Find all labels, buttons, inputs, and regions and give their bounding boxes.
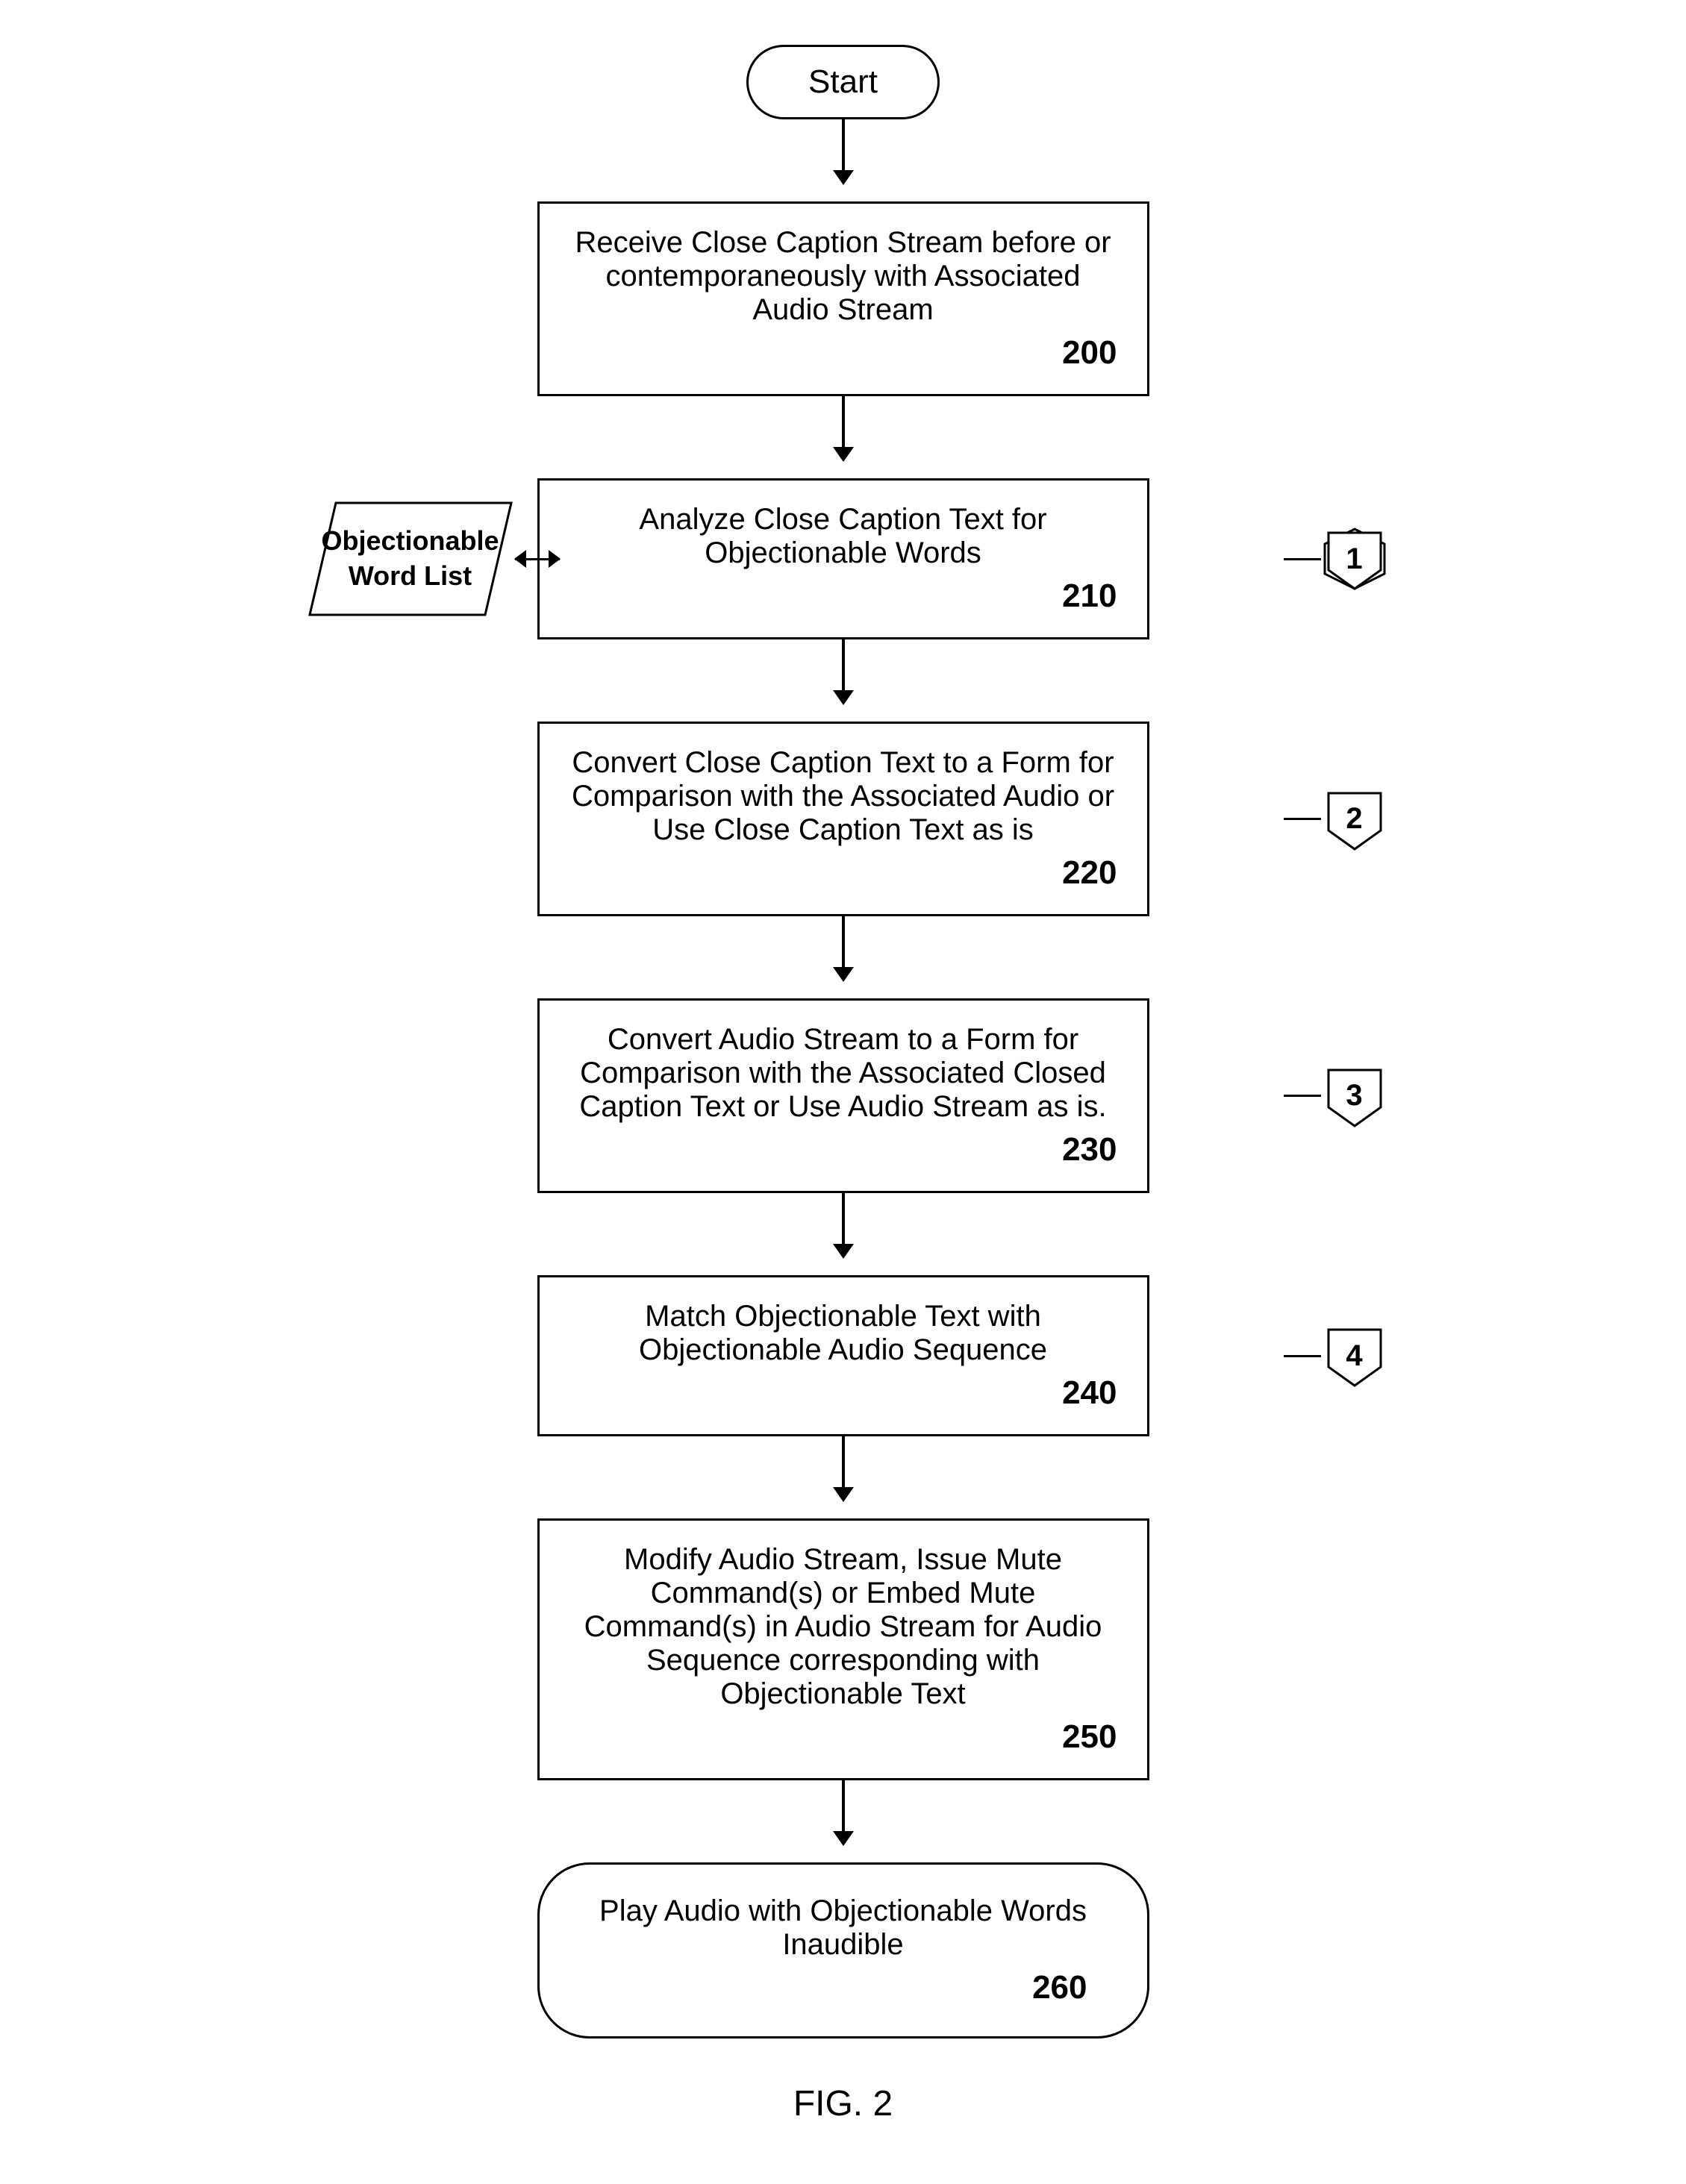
end-text: Play Audio with Objectionable Words Inau…: [599, 1894, 1087, 1961]
step-250: Modify Audio Stream, Issue Mute Command(…: [537, 1518, 1149, 1780]
step-240-row: Match Objectionable Text with Objectiona…: [321, 1275, 1366, 1436]
badge-210-line: [1284, 558, 1321, 560]
step-240-text: Match Objectionable Text with Objectiona…: [639, 1300, 1047, 1366]
step-220-text: Convert Close Caption Text to a Form for…: [572, 746, 1114, 846]
badge-230-area: 3: [1284, 1063, 1388, 1130]
objectionable-word-list-label: ObjectionableWord List: [321, 524, 499, 594]
figure-label: FIG. 2: [793, 2083, 893, 2124]
badge-3: 3: [1321, 1063, 1388, 1130]
badge-210-area: 1: [1284, 525, 1388, 592]
step-200: Receive Close Caption Stream before or c…: [537, 201, 1149, 396]
step-260-row: Play Audio with Objectionable Words Inau…: [321, 1862, 1366, 2038]
step-250-text: Modify Audio Stream, Issue Mute Command(…: [584, 1543, 1102, 1710]
step-230-text: Convert Audio Stream to a Form for Compa…: [579, 1023, 1106, 1123]
step-250-num: 250: [569, 1718, 1117, 1756]
end-node: Play Audio with Objectionable Words Inau…: [537, 1862, 1149, 2038]
badge-2: 2: [1321, 786, 1388, 853]
step-210: Analyze Close Caption Text for Objection…: [537, 478, 1149, 639]
step-220-row: Convert Close Caption Text to a Form for…: [321, 722, 1366, 916]
end-num: 260: [599, 1969, 1087, 2006]
badge-1: 1: [1321, 525, 1388, 592]
step-220-num: 220: [569, 854, 1117, 892]
badge-2-label: 2: [1346, 802, 1362, 836]
step-240: Match Objectionable Text with Objectiona…: [537, 1275, 1149, 1436]
step-200-row: Receive Close Caption Stream before or c…: [321, 201, 1366, 396]
badge-220-line: [1284, 818, 1321, 820]
badge-240-area: 4: [1284, 1322, 1388, 1389]
step-210-text: Analyze Close Caption Text for Objection…: [639, 503, 1046, 569]
step-230: Convert Audio Stream to a Form for Compa…: [537, 998, 1149, 1193]
double-arrow-210: [515, 558, 560, 560]
step-210-row: ObjectionableWord List Analyze Close Cap…: [321, 478, 1366, 639]
step-230-num: 230: [569, 1131, 1117, 1168]
objectionable-word-list-area: ObjectionableWord List: [306, 499, 560, 619]
flowchart: Start Receive Close Caption Stream befor…: [321, 45, 1366, 2124]
step-220: Convert Close Caption Text to a Form for…: [537, 722, 1149, 916]
start-node: Start: [746, 45, 940, 119]
step-230-row: Convert Audio Stream to a Form for Compa…: [321, 998, 1366, 1193]
badge-240-line: [1284, 1355, 1321, 1357]
step-240-num: 240: [569, 1374, 1117, 1412]
badge-4: 4: [1321, 1322, 1388, 1389]
badge-230-line: [1284, 1095, 1321, 1097]
step-200-text: Receive Close Caption Stream before or c…: [575, 226, 1111, 326]
step-250-row: Modify Audio Stream, Issue Mute Command(…: [321, 1518, 1366, 1780]
badge-220-area: 2: [1284, 786, 1388, 853]
badge-1-label: 1: [1346, 542, 1362, 576]
step-210-num: 210: [569, 578, 1117, 615]
step-200-num: 200: [569, 334, 1117, 372]
badge-3-label: 3: [1346, 1079, 1362, 1113]
badge-4-label: 4: [1346, 1339, 1362, 1373]
objectionable-word-list-shape: ObjectionableWord List: [306, 499, 515, 619]
